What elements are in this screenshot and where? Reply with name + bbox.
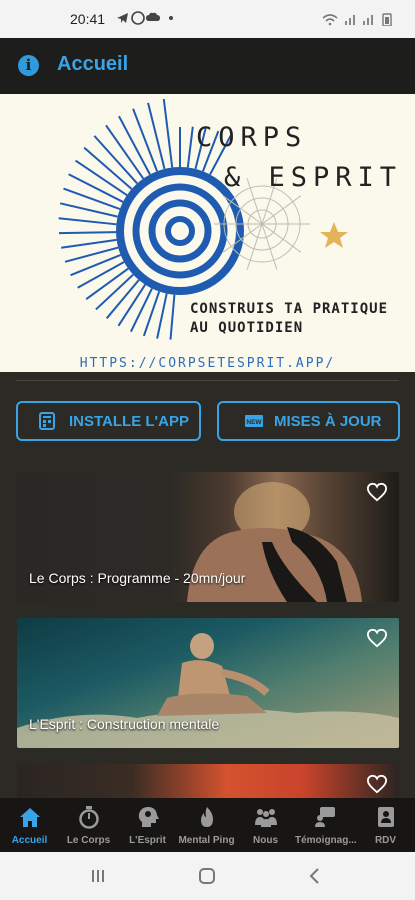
nav-item-temoignages[interactable]: Témoignag... xyxy=(295,798,357,852)
back-icon[interactable] xyxy=(308,867,322,885)
nav-label: Accueil xyxy=(11,835,48,846)
brand-name-line1: CORPS xyxy=(196,122,308,153)
tagline-line1: CONSTRUIS TA PRATIQUE xyxy=(190,301,389,317)
heart-outline-icon[interactable] xyxy=(366,774,388,794)
recent-apps-icon[interactable] xyxy=(90,868,106,884)
nav-item-nous[interactable]: Nous xyxy=(236,798,295,852)
website-link[interactable]: HTTPS://CORPSETESPRIT.APP/ xyxy=(0,356,415,371)
page-title: Accueil xyxy=(57,53,129,75)
contact-card-icon xyxy=(378,807,394,827)
nav-label: Témoignag... xyxy=(295,835,357,846)
updates-label: MISES À JOUR xyxy=(274,413,382,430)
nav-label: L'Esprit xyxy=(129,835,166,846)
info-icon[interactable]: i xyxy=(18,55,39,76)
heart-outline-icon[interactable] xyxy=(366,628,388,648)
mental-ping-card[interactable] xyxy=(17,764,399,798)
svg-text:NEW: NEW xyxy=(246,419,262,426)
install-app-button[interactable]: INSTALLE L'APP xyxy=(16,401,201,441)
chat-icon xyxy=(315,807,335,827)
program-card-body[interactable]: Le Corps : Programme - 20mn/jour xyxy=(17,472,399,602)
nav-label: Le Corps xyxy=(66,835,111,846)
status-time: 20:41 xyxy=(70,11,106,27)
heart-outline-icon[interactable] xyxy=(366,482,388,502)
hero-banner: CORPS & ESPRIT CONSTRUIS TA PRATIQUE AU … xyxy=(0,94,415,372)
brand-name-line2: & ESPRIT xyxy=(224,162,403,193)
nav-label: RDV xyxy=(374,835,397,846)
updates-button[interactable]: NEW MISES À JOUR xyxy=(217,401,400,441)
flame-icon xyxy=(201,807,213,827)
app-header: i Accueil xyxy=(0,38,415,94)
system-navigation-bar xyxy=(0,852,415,900)
nav-item-mental-ping[interactable]: Mental Ping xyxy=(177,798,236,852)
home-icon xyxy=(20,808,40,827)
card-title: Le Corps : Programme - 20mn/jour xyxy=(29,570,246,586)
nav-item-le-corps[interactable]: Le Corps xyxy=(59,798,118,852)
stopwatch-icon xyxy=(79,806,99,829)
bottom-navigation: Accueil Le Corps L'Esprit Mental Ping No… xyxy=(0,798,415,852)
new-badge-icon: NEW xyxy=(245,415,263,427)
nav-label: Nous xyxy=(253,835,278,846)
nav-item-l-esprit[interactable]: L'Esprit xyxy=(118,798,177,852)
status-bar: 20:41 xyxy=(0,0,415,38)
install-app-label: INSTALLE L'APP xyxy=(69,413,189,430)
card-title: L'Esprit : Construction mentale xyxy=(29,716,220,732)
nav-item-rdv[interactable]: RDV xyxy=(356,798,415,852)
mental-card[interactable]: L'Esprit : Construction mentale xyxy=(17,618,399,748)
install-icon xyxy=(39,412,55,430)
group-icon xyxy=(255,809,277,827)
telegram-whatsapp-cloud-icon xyxy=(117,11,173,25)
notification-icons xyxy=(116,11,186,28)
home-button-icon[interactable] xyxy=(198,867,216,885)
head-icon xyxy=(138,807,159,827)
wifi-signal-battery-icon xyxy=(322,13,392,27)
divider xyxy=(16,380,399,381)
nav-item-accueil[interactable]: Accueil xyxy=(0,798,59,852)
tagline-line2: AU QUOTIDIEN xyxy=(190,320,304,336)
system-icons xyxy=(321,12,401,29)
nav-label: Mental Ping xyxy=(178,835,235,846)
